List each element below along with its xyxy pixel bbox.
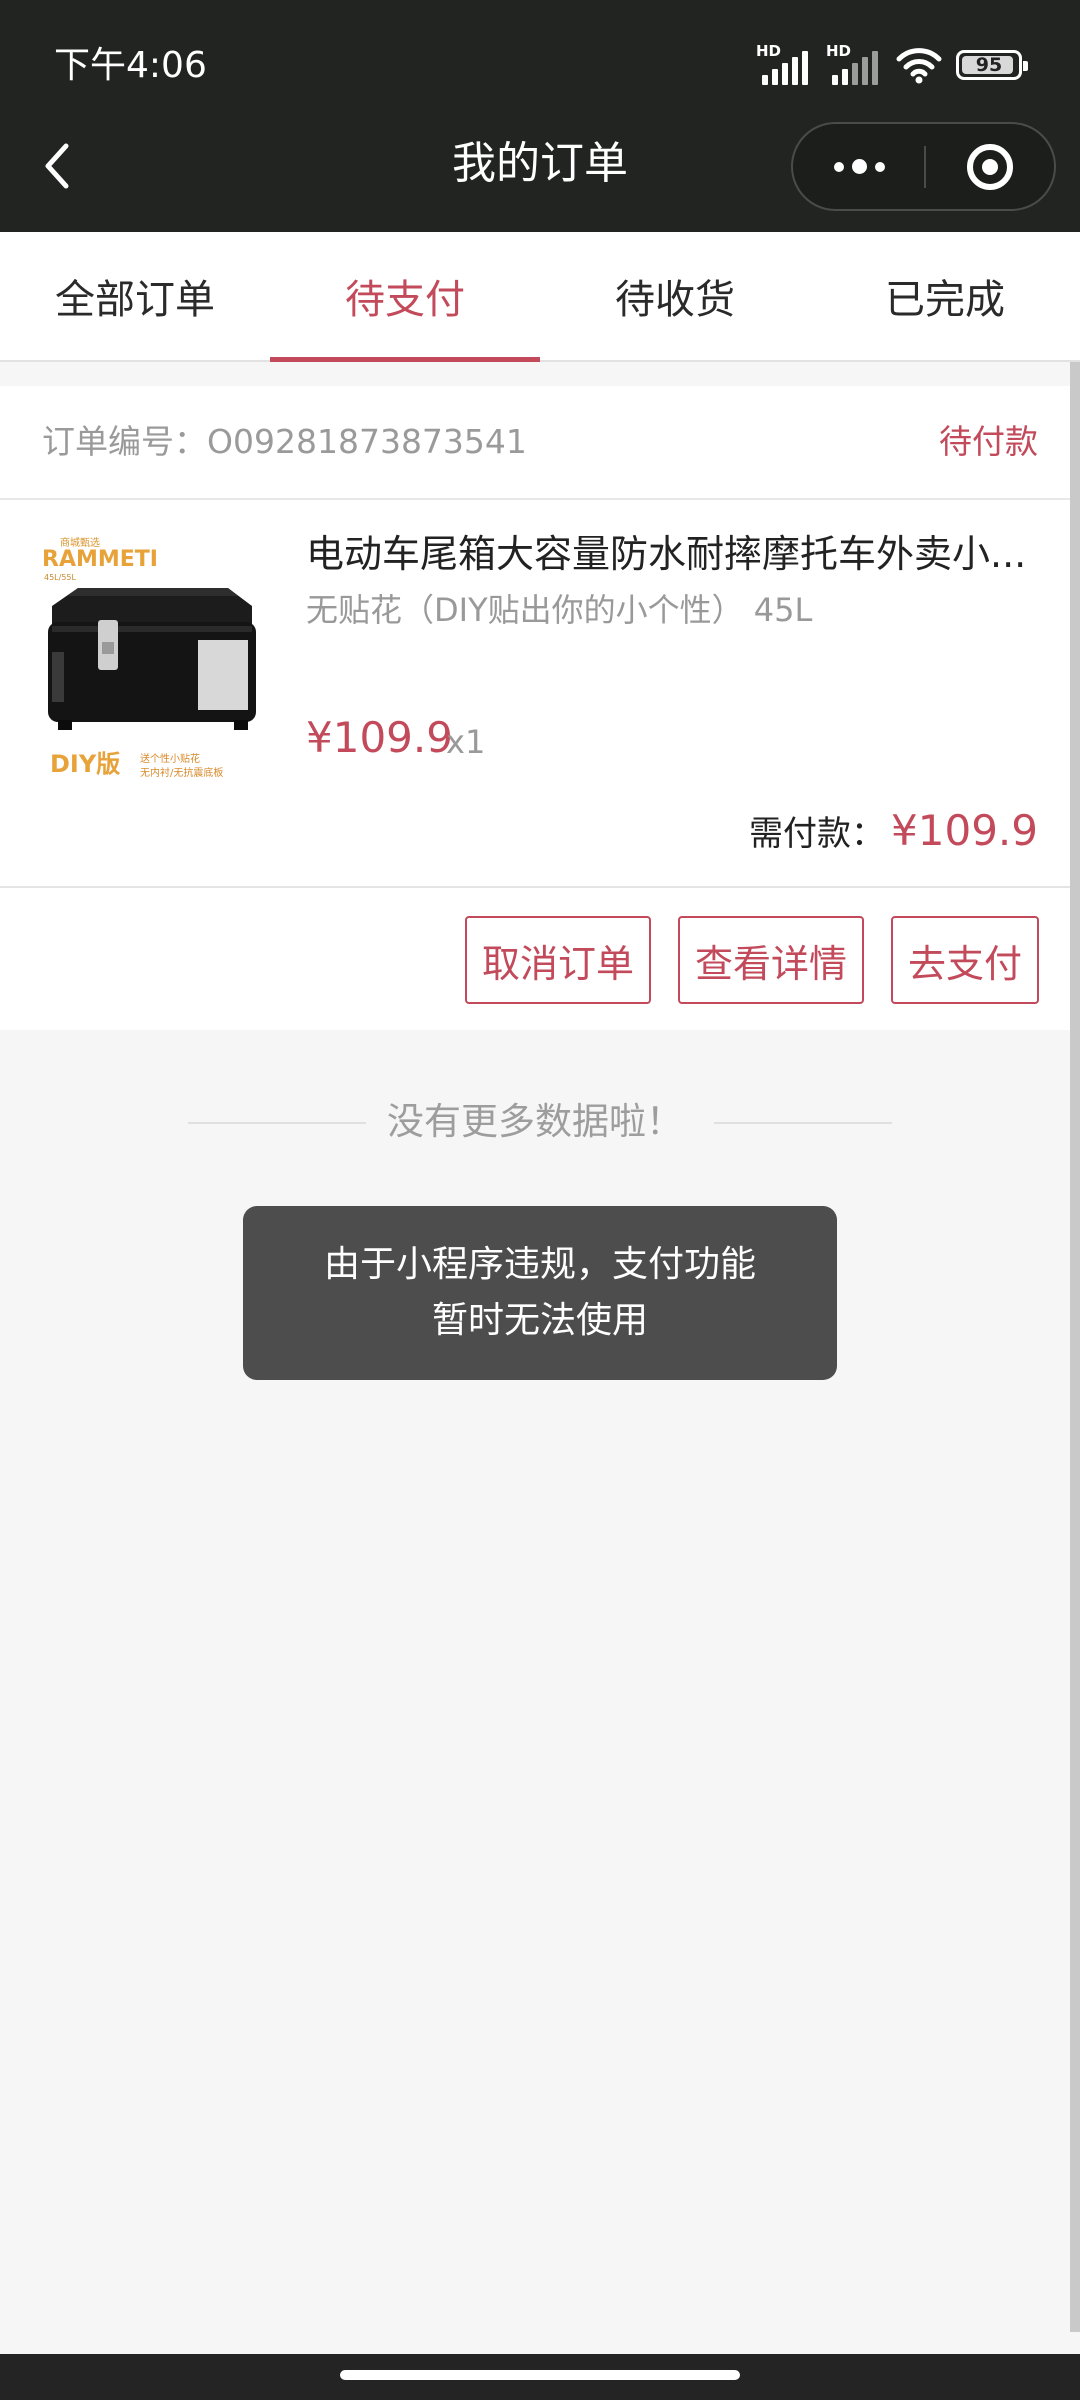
product-image-size-note: 45L/55L — [44, 573, 77, 582]
order-number-label: 订单编号： — [42, 422, 207, 461]
product-title[interactable]: 电动车尾箱大容量防水耐摔摩托车外卖小... — [306, 526, 1036, 582]
battery-icon: 95 — [956, 50, 1028, 80]
toast-message: 由于小程序违规，支付功能 暂时无法使用 — [243, 1206, 837, 1380]
product-image[interactable]: 商城甄选 RAMMETI 45L/55L DIY版 送个性小贴花 无内衬/无抗震… — [38, 534, 268, 784]
amount-due-row: 需付款： ¥109.9 — [749, 806, 1038, 855]
order-header: 订单编号：O09281873873541 待付款 — [0, 386, 1070, 500]
view-details-button[interactable]: 查看详情 — [678, 916, 864, 1004]
target-close-icon[interactable] — [926, 124, 1054, 209]
status-time: 下午4:06 — [54, 45, 207, 86]
miniprogram-capsule — [791, 122, 1056, 211]
status-icons: HD HD 95 — [756, 40, 1028, 90]
card-divider — [0, 886, 1070, 888]
tab-all-orders[interactable]: 全部订单 — [0, 232, 270, 360]
toast-line-2: 暂时无法使用 — [431, 1300, 648, 1341]
product-image-brand: RAMMETI — [42, 547, 158, 572]
tab-completed[interactable]: 已完成 — [810, 232, 1080, 360]
order-card: 订单编号：O09281873873541 待付款 商城甄选 RAMMETI 45… — [0, 386, 1070, 1030]
no-more-data-text: 没有更多数据啦！ — [387, 1100, 683, 1143]
product-price: ¥109.9 — [306, 713, 453, 762]
product-image-sticker-line2: 无内衬/无抗震底板 — [140, 766, 223, 779]
order-number: 订单编号：O09281873873541 — [42, 418, 527, 466]
order-number-value: O09281873873541 — [207, 422, 527, 461]
no-more-data: 没有更多数据啦！ — [0, 1092, 1070, 1152]
pay-button[interactable]: 去支付 — [891, 916, 1039, 1004]
amount-due-label: 需付款： — [749, 814, 886, 854]
signal-bars-icon-2: HD — [826, 43, 882, 87]
tab-pending-delivery[interactable]: 待收货 — [540, 232, 810, 360]
bottom-navigation-bar — [0, 2354, 1080, 2400]
tab-pending-payment[interactable]: 待支付 — [270, 232, 540, 362]
toast-line-1: 由于小程序违规，支付功能 — [323, 1244, 756, 1285]
product-image-diy-label: DIY版 — [50, 750, 120, 778]
product-quantity: x1 — [446, 723, 486, 761]
product-image-sticker-line1: 送个性小贴花 — [140, 752, 200, 765]
signal-bars-icon: HD — [756, 43, 812, 87]
top-bar: 下午4:06 HD HD 95 我的订单 — [0, 0, 1080, 232]
wifi-icon — [896, 48, 942, 84]
product-spec: 无贴花（DIY贴出你的小个性） 45L — [306, 591, 813, 629]
order-tabs: 全部订单 待支付 待收货 已完成 — [0, 232, 1080, 362]
scrollbar[interactable] — [1070, 362, 1080, 2332]
cancel-order-button[interactable]: 取消订单 — [465, 916, 651, 1004]
more-dots-icon[interactable] — [793, 124, 925, 209]
home-indicator[interactable] — [340, 2370, 740, 2380]
order-status: 待付款 — [939, 422, 1038, 461]
amount-due-value: ¥109.9 — [891, 806, 1038, 855]
battery-level: 95 — [975, 54, 1003, 76]
